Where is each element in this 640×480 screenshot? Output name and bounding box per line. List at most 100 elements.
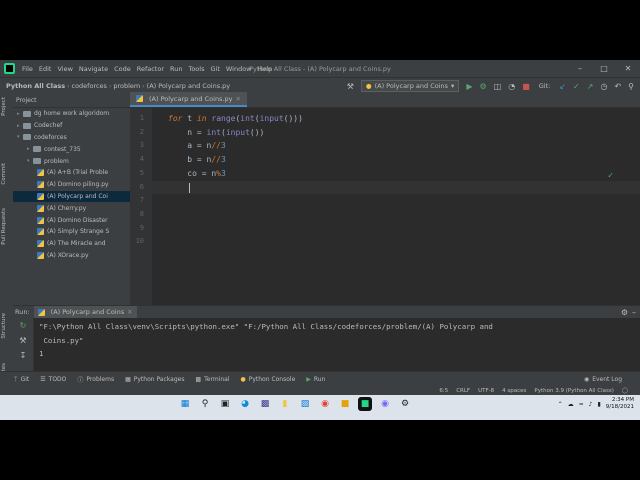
rollback-icon[interactable]: ↶ [614,82,621,91]
minimize-icon[interactable]: – [568,60,592,77]
git-commit-icon[interactable]: ✓ [573,82,580,91]
menu-item-run[interactable]: Run [167,65,185,73]
close-tab-icon[interactable]: ✕ [235,95,240,103]
menu-item-git[interactable]: Git [207,65,222,73]
tree-item-label: problem [44,157,69,165]
code-line[interactable]: n = int(input()) [168,126,264,140]
clock[interactable]: 2:34 PM 9/18/2021 [606,397,634,411]
store-icon[interactable]: ▨ [298,397,312,411]
tree-folder[interactable]: ▾ problem [13,155,130,167]
task-view-icon[interactable]: ▣ [218,397,232,411]
widgets-icon[interactable]: ▩ [258,397,272,411]
menu-item-edit[interactable]: Edit [36,65,55,73]
code-token: range [211,114,236,123]
menu-item-tools[interactable]: Tools [185,65,207,73]
menu-item-navigate[interactable]: Navigate [76,65,111,73]
code-line[interactable]: a = n//3 [168,139,226,153]
menu-item-window[interactable]: Window [223,65,255,73]
run-configuration-select[interactable]: ● (A) Polycarp and Coins ▾ [360,80,460,92]
run-tab[interactable]: (A) Polycarp and Coins ✕ [33,306,137,318]
messenger-icon[interactable]: ◉ [378,397,392,411]
tree-folder[interactable]: ▸ dg home work algoridom [13,108,130,120]
lock-icon[interactable]: ◯ [622,388,628,394]
tool-tab-python-console[interactable]: ● Python Console [240,376,295,383]
tool-tab-problems[interactable]: ⓘ Problems [77,375,114,384]
chevron-up-icon[interactable]: ⌃ [558,401,563,408]
menu-item-help[interactable]: Help [255,65,276,73]
tab-pull-requests[interactable]: Pull Requests [1,208,7,245]
history-icon[interactable]: ◷ [600,82,607,91]
tree-file[interactable]: (A) Cherry.py [13,202,130,214]
stop-icon[interactable]: ■ [522,82,530,91]
editor-tab-file[interactable]: (A) Polycarp and Coins.py ✕ [130,92,247,107]
cloud-icon[interactable]: ☁ [568,401,574,408]
editor-tabs: (A) Polycarp and Coins.py ✕ [130,92,640,108]
code-line[interactable]: for t in range(int(input())) [168,112,303,126]
tool-tab-python-packages[interactable]: ▦ Python Packages [125,376,184,383]
wrench-icon[interactable]: ⚒ [13,333,33,348]
menu-item-code[interactable]: Code [111,65,134,73]
tab-project[interactable]: Project [1,97,7,116]
tree-folder[interactable]: ▸ Codechef [13,120,130,132]
line-separator[interactable]: CRLF [456,388,470,394]
python-interpreter[interactable]: Python 3.9 (Python All Class) [534,388,613,394]
coverage-icon[interactable]: ◫ [494,82,502,91]
settings-gear-icon[interactable]: ⚙ [398,397,412,411]
tree-file[interactable]: (A) A+B (Trial Proble [13,167,130,179]
cursor-position[interactable]: 6:5 [439,388,448,394]
menu-item-refactor[interactable]: Refactor [134,65,167,73]
run-icon[interactable]: ▶ [466,82,472,91]
wifi-icon[interactable]: ≈ [579,401,584,408]
hide-panel-icon[interactable]: – [632,308,640,317]
scroll-to-end-icon[interactable]: ↧ [13,348,33,363]
battery-icon[interactable]: ▮ [597,401,600,408]
file-encoding[interactable]: UTF-8 [478,388,494,394]
indent-setting[interactable]: 4 spaces [502,388,526,394]
run-side-toolbar: ↻ ⚒ ↧ [13,318,34,372]
breadcrumb-subfolder[interactable]: problem [111,82,142,90]
git-update-icon[interactable]: ↙ [559,82,566,91]
code-line[interactable]: co = n%3 [168,167,226,181]
tool-tab-run[interactable]: ▶ Run [306,376,325,383]
code-line[interactable] [168,181,187,195]
close-icon[interactable]: ✕ [616,60,640,77]
search-icon[interactable]: ⚲ [628,82,634,91]
tab-structure[interactable]: Structure [1,313,7,339]
tool-tab-terminal[interactable]: ▩ Terminal [195,376,229,383]
tab-commit[interactable]: Commit [1,163,7,185]
tool-tab-git[interactable]: ᛉ Git [14,376,29,383]
close-tab-icon[interactable]: ✕ [127,308,132,316]
breadcrumb-project[interactable]: Python All Class [4,82,67,90]
tree-file[interactable]: (A) Domino Disaster [13,214,130,226]
git-push-icon[interactable]: ↗ [587,82,594,91]
debug-icon[interactable]: ⚙ [479,82,486,91]
tree-file[interactable]: (A) Polycarp and Coi [13,190,130,203]
tree-file[interactable]: (A) Domino piling.py [13,179,130,191]
profile-icon[interactable]: ◔ [508,82,515,91]
event-log-button[interactable]: ◉ Event Log [584,376,640,383]
edge-icon[interactable]: ◕ [238,397,252,411]
tree-folder[interactable]: ▸ contest_735 [13,143,130,155]
sticky-notes-icon[interactable]: ■ [338,397,352,411]
code-editor[interactable]: (A) Polycarp and Coins.py ✕ 1 2 3 4 5 6 7 8 9 10 f… [130,92,640,305]
tree-file[interactable]: (A) The Miracle and [13,238,130,250]
file-explorer-icon[interactable]: ▮ [278,397,292,411]
rerun-icon[interactable]: ↻ [13,318,33,333]
tree-file[interactable]: (A) XOrace.py [13,250,130,262]
breadcrumb-folder[interactable]: codeforces [70,82,109,90]
settings-gear-icon[interactable]: ⚙ [621,308,628,317]
chrome-icon[interactable]: ◉ [318,397,332,411]
menu-item-file[interactable]: File [19,65,36,73]
pycharm-taskbar-icon[interactable]: ■ [358,397,372,411]
search-icon[interactable]: ⚲ [198,397,212,411]
maximize-icon[interactable]: □ [592,60,616,77]
tree-folder[interactable]: ▾ codeforces [13,132,130,144]
volume-icon[interactable]: ♪ [589,401,593,408]
menu-item-view[interactable]: View [54,65,75,73]
tree-file[interactable]: (A) Simply Strange S [13,226,130,238]
breadcrumb-file[interactable]: (A) Polycarp and Coins.py [145,82,232,90]
windows-start-icon[interactable]: ▦ [178,397,192,411]
code-line[interactable]: b = n//3 [168,153,226,167]
hammer-icon[interactable]: ⚒ [347,82,354,91]
tool-tab-todo[interactable]: ☰ TODO [40,376,66,383]
